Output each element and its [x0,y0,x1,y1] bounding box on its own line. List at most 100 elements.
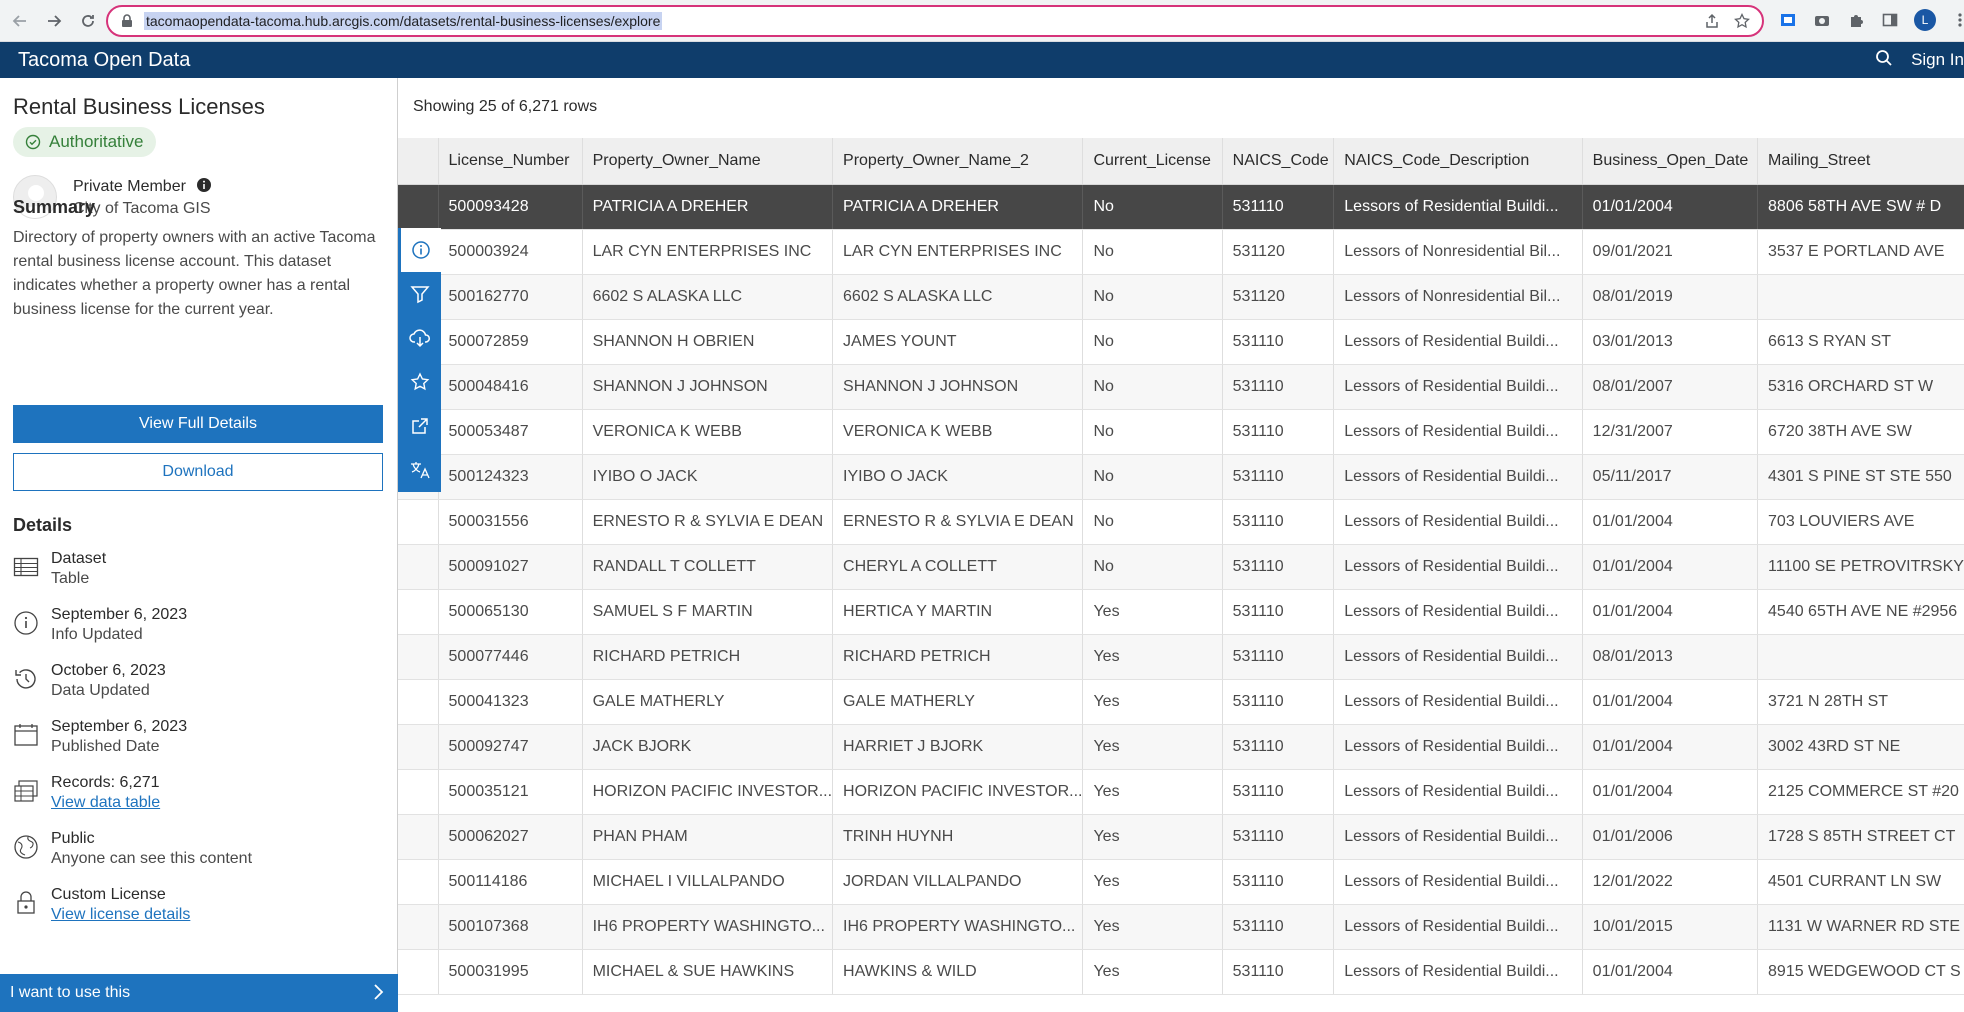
table-cell[interactable]: 500077446 [437,634,583,680]
table-cell[interactable]: Yes [1082,589,1223,635]
table-cell[interactable]: Lessors of Residential Buildi... [1333,949,1583,995]
table-cell[interactable]: 500091027 [437,544,583,590]
table-cell[interactable]: No [1082,229,1223,275]
table-cell[interactable]: 531110 [1221,724,1334,770]
table-cell[interactable]: RICHARD PETRICH [832,634,1083,680]
table-cell[interactable]: 500114186 [437,859,583,905]
column-header[interactable]: Property_Owner_Name_2 [832,138,1083,185]
table-cell[interactable]: 09/01/2021 [1581,229,1758,275]
forward-arrow-icon[interactable] [40,7,68,35]
table-row[interactable]: 500124323 IYIBO O JACK IYIBO O JACK No 53111… [398,454,1964,500]
column-header[interactable]: NAICS_Code [1221,138,1334,185]
table-cell[interactable]: HORIZON PACIFIC INVESTOR... [832,769,1083,815]
view-data-table-link[interactable]: View data table [51,794,160,812]
camera-icon[interactable] [1812,10,1832,30]
column-header[interactable]: Property_Owner_Name [581,138,833,185]
download-button[interactable]: Download [13,453,383,491]
table-row[interactable]: 500092747 JACK BJORK HARRIET J BJORK Yes 531… [398,724,1964,770]
table-row[interactable]: 500048416 SHANNON J JOHNSON SHANNON J JOHN… [398,364,1964,410]
table-cell[interactable]: SHANNON J JOHNSON [832,364,1083,410]
table-row[interactable]: 500031995 MICHAEL & SUE HAWKINS HAWKINS & … [398,949,1964,995]
search-icon[interactable] [1875,49,1893,72]
table-cell[interactable]: 531110 [1221,814,1334,860]
address-bar[interactable]: tacomaopendata-tacoma.hub.arcgis.com/dat… [106,5,1764,37]
table-cell[interactable]: 500031995 [437,949,583,995]
table-cell[interactable]: Yes [1082,859,1223,905]
table-cell[interactable]: 3537 E PORTLAND AVE [1757,229,1964,275]
table-cell[interactable]: Lessors of Residential Buildi... [1333,409,1583,455]
table-cell[interactable]: Yes [1082,769,1223,815]
table-cell[interactable]: 500093428 [437,184,583,230]
table-cell[interactable]: Lessors of Residential Buildi... [1333,319,1583,365]
site-title[interactable]: Tacoma Open Data [18,49,190,72]
table-cell[interactable]: Yes [1082,634,1223,680]
table-cell[interactable]: Lessors of Residential Buildi... [1333,859,1583,905]
table-cell[interactable]: 500003924 [437,229,583,275]
table-cell[interactable]: Yes [1082,724,1223,770]
view-full-details-button[interactable]: View Full Details [13,405,383,443]
table-cell[interactable]: HERTICA Y MARTIN [832,589,1083,635]
table-row[interactable]: 500003924 LAR CYN ENTERPRISES INC LAR CYN … [398,229,1964,275]
table-cell[interactable]: 531110 [1221,949,1334,995]
table-row[interactable]: 500114186 MICHAEL I VILLALPANDO JORDAN VIL… [398,859,1964,905]
table-row[interactable]: 500072859 SHANNON H OBRIEN JAMES YOUNT No 53… [398,319,1964,365]
table-cell[interactable]: PATRICIA A DREHER [581,184,833,230]
puzzle-icon[interactable] [1846,10,1866,30]
table-cell[interactable]: GALE MATHERLY [832,679,1083,725]
column-header[interactable]: Mailing_Street [1757,138,1964,185]
favorite-tool-button[interactable] [398,360,441,404]
table-cell[interactable]: Yes [1082,679,1223,725]
back-arrow-icon[interactable] [6,7,34,35]
reload-icon[interactable] [74,7,102,35]
table-cell[interactable]: 08/01/2019 [1581,274,1758,320]
table-cell[interactable]: 500065130 [437,589,583,635]
table-cell[interactable]: Yes [1082,814,1223,860]
table-cell[interactable]: No [1082,544,1223,590]
table-cell[interactable]: Lessors of Residential Buildi... [1333,544,1583,590]
table-row[interactable]: 500062027 PHAN PHAM TRINH HUYNH Yes 531110 Le… [398,814,1964,860]
info-tool-button[interactable] [398,228,441,272]
table-cell[interactable]: 531110 [1221,544,1334,590]
table-cell[interactable]: IYIBO O JACK [581,454,833,500]
table-cell[interactable]: 531110 [1221,904,1334,950]
table-cell[interactable]: Lessors of Residential Buildi... [1333,634,1583,680]
table-cell[interactable]: Lessors of Residential Buildi... [1333,364,1583,410]
table-cell[interactable]: Lessors of Residential Buildi... [1333,679,1583,725]
translate-tool-button[interactable] [398,448,441,492]
download-tool-button[interactable] [398,316,441,360]
table-cell[interactable]: Lessors of Nonresidential Bil... [1333,229,1583,275]
table-cell[interactable]: 4301 S PINE ST STE 550 [1757,454,1964,500]
share-tool-button[interactable] [398,404,441,448]
table-cell[interactable]: Lessors of Residential Buildi... [1333,904,1583,950]
table-cell[interactable]: 531110 [1221,319,1334,365]
table-cell[interactable]: RANDALL T COLLETT [581,544,833,590]
table-cell[interactable]: 03/01/2013 [1581,319,1758,365]
table-cell[interactable]: 531110 [1221,859,1334,905]
table-cell[interactable]: 531110 [1221,184,1334,230]
table-cell[interactable]: 500092747 [437,724,583,770]
table-cell[interactable]: LAR CYN ENTERPRISES INC [581,229,833,275]
table-cell[interactable]: MICHAEL & SUE HAWKINS [581,949,833,995]
table-cell[interactable]: JAMES YOUNT [832,319,1083,365]
table-cell[interactable]: 6602 S ALASKA LLC [832,274,1083,320]
table-cell[interactable]: 500048416 [437,364,583,410]
table-cell[interactable] [1757,634,1964,680]
table-cell[interactable]: HARRIET J BJORK [832,724,1083,770]
table-row[interactable]: 500093428 PATRICIA A DREHER PATRICIA A DRE… [398,184,1964,230]
table-cell[interactable]: MICHAEL I VILLALPANDO [581,859,833,905]
table-cell[interactable]: 531110 [1221,364,1334,410]
table-cell[interactable]: GALE MATHERLY [581,679,833,725]
table-cell[interactable]: PATRICIA A DREHER [832,184,1083,230]
table-cell[interactable]: 500124323 [437,454,583,500]
table-cell[interactable]: Lessors of Residential Buildi... [1333,724,1583,770]
table-cell[interactable]: 01/01/2004 [1581,724,1758,770]
share-page-icon[interactable] [1704,13,1720,34]
table-cell[interactable]: Lessors of Residential Buildi... [1333,454,1583,500]
side-panel-icon[interactable] [1880,10,1900,30]
table-cell[interactable]: No [1082,499,1223,545]
table-row[interactable]: 500091027 RANDALL T COLLETT CHERYL A COLLE… [398,544,1964,590]
table-cell[interactable]: 500072859 [437,319,583,365]
table-cell[interactable]: 1131 W WARNER RD STE [1757,904,1964,950]
table-cell[interactable]: 01/01/2004 [1581,499,1758,545]
table-cell[interactable]: 531110 [1221,589,1334,635]
